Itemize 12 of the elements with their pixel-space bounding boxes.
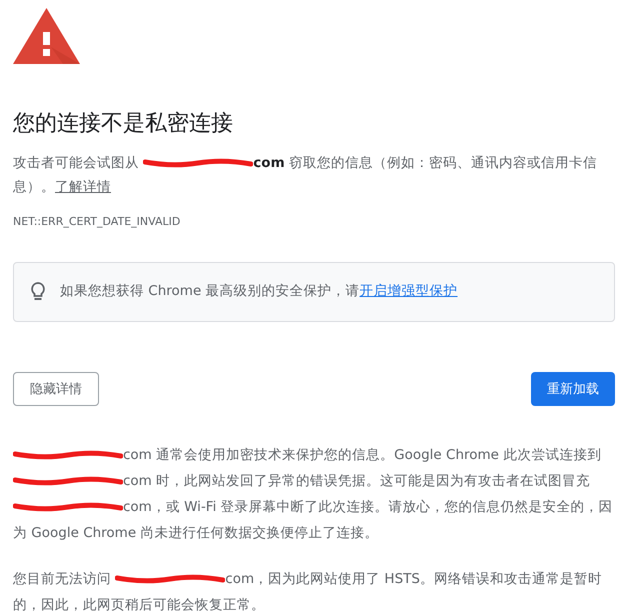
warning-text: 攻击者可能会试图从 com 窃取您的信息（例如：密码、通讯内容或信用卡信息）。了解详情 (13, 154, 598, 196)
details-text: 您目前无法访问 com，因为此网站使用了 HSTS。网络错误和攻击通常是暂时的，因此，此网页稍后可能会恢复正常。 (13, 570, 603, 613)
reload-button[interactable]: 重新加载 (531, 372, 615, 406)
link[interactable]: 了解详情 (55, 178, 111, 194)
link[interactable]: 开启增强型保护 (360, 283, 458, 299)
error-code: NET::ERR_CERT_DATE_INVALID (13, 215, 182, 228)
details-text: com 通常会使用加密技术来保护您的信息。Google Chrome 此次尝试连接到 com 时，此网站发回了异常的错误凭据。这可能是因为有攻击者在试图冒充 com，或 Wi-Fi 登录屏幕中断了此次连接。请放心，您的信息仍然是安全的，因为 Google Chrome 尚未进行任何数据交换便停止了连接。 (13, 446, 614, 542)
warning-icon (13, 8, 80, 64)
lightbulb-icon (30, 280, 46, 303)
hide-details-button[interactable]: 隐藏详情 (13, 372, 99, 406)
notice-text: 如果您想获得 Chrome 最高级别的安全保护，请开启增强型保护 (60, 282, 458, 301)
page-title: 您的连接不是私密连接 (13, 110, 234, 138)
